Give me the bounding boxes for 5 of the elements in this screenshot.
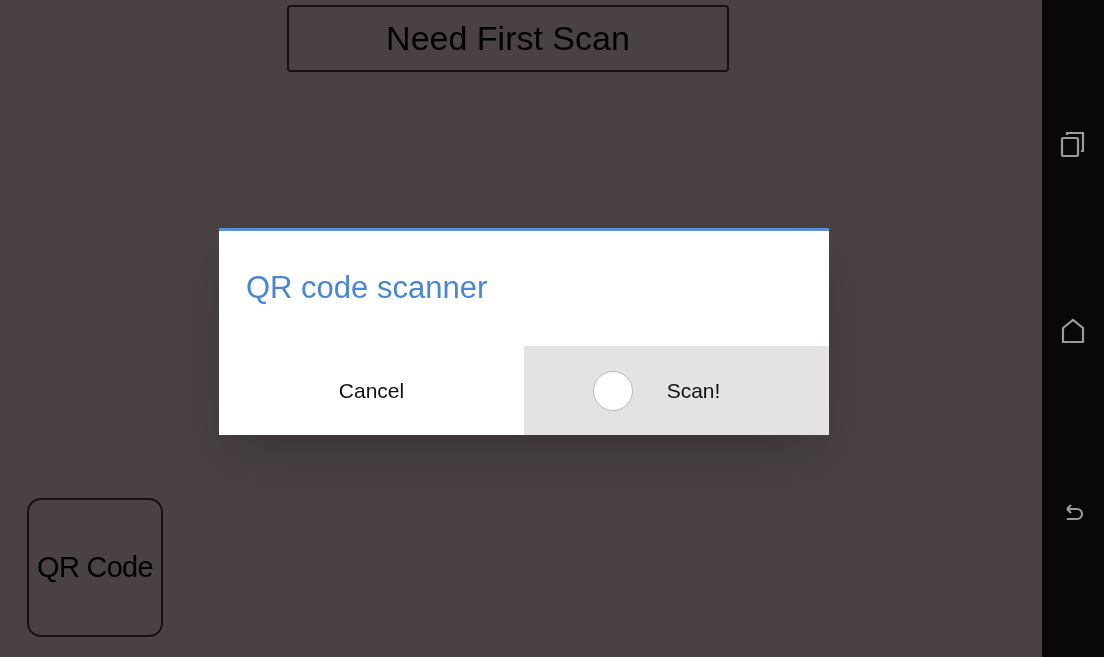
dialog-button[interactable]: Cancel bbox=[219, 346, 524, 435]
recent-apps-icon[interactable] bbox=[1060, 130, 1086, 158]
home-icon[interactable] bbox=[1061, 316, 1085, 345]
dialog-button[interactable]: Scan! bbox=[524, 346, 829, 435]
dialog-title: QR code scanner bbox=[246, 269, 488, 308]
